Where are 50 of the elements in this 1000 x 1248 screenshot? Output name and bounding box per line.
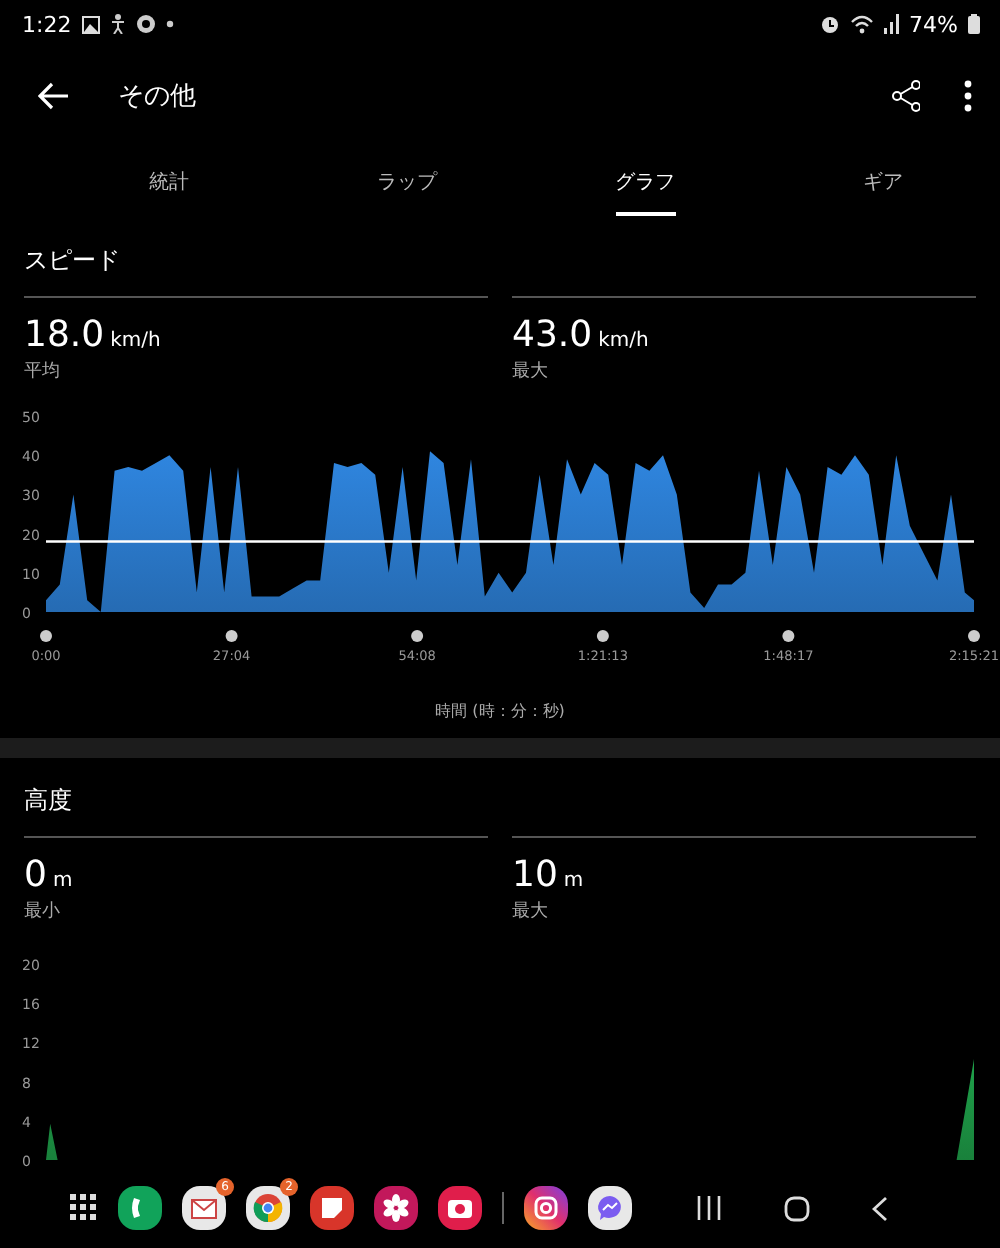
stat-unit: km/h [598, 330, 649, 352]
home-icon[interactable] [784, 1195, 810, 1221]
battery-percent: 74% [909, 11, 958, 37]
stat-unit: m [52, 870, 73, 892]
axis-dot [782, 630, 795, 642]
apps-grid-icon[interactable] [70, 1194, 98, 1222]
wifi-icon [849, 14, 874, 34]
axis-dot [225, 630, 238, 642]
photo-app-icon[interactable] [524, 1186, 568, 1230]
camera-icon[interactable] [438, 1186, 482, 1230]
stat-label: 最大 [512, 899, 550, 924]
stat-value: 0 [24, 854, 47, 896]
recent-apps-icon[interactable] [696, 1196, 722, 1220]
tab[interactable]: ラップ [377, 144, 437, 216]
axis-dot [596, 630, 609, 642]
browser-icon[interactable] [246, 1186, 290, 1230]
alarm-icon [819, 14, 840, 34]
axis-dot [968, 630, 980, 642]
clock-time: 1:22 [22, 11, 72, 37]
battery-icon [968, 14, 980, 34]
tab[interactable]: ギア [863, 144, 903, 216]
stat-label: 平均 [24, 359, 62, 384]
axis-dot [411, 630, 424, 642]
phone-icon[interactable] [118, 1186, 162, 1230]
stat-label: 最大 [512, 359, 550, 384]
axis-dot [40, 630, 52, 642]
dot-icon [165, 20, 174, 28]
section-title: スピード [24, 246, 120, 274]
more-options-icon[interactable] [964, 80, 972, 112]
stat-value: 43.0 [512, 314, 593, 356]
signal-icon [883, 14, 900, 34]
screen-title: その他 [118, 80, 196, 114]
stat-unit: km/h [110, 330, 161, 352]
stat-unit: m [563, 870, 584, 892]
back-arrow-icon[interactable] [38, 82, 70, 110]
chat-bubble-icon[interactable] [588, 1186, 632, 1230]
stat-value: 18.0 [24, 314, 105, 356]
stat-value: 10 [512, 854, 558, 896]
back-icon[interactable] [872, 1195, 888, 1221]
notes-icon[interactable] [310, 1186, 354, 1230]
figure-icon [109, 14, 126, 34]
flower-icon[interactable] [374, 1186, 418, 1230]
tab[interactable]: 統計 [149, 144, 189, 216]
tab[interactable]: グラフ [615, 144, 675, 216]
stat-label: 最小 [24, 899, 62, 924]
share-icon[interactable] [892, 80, 920, 112]
mail-icon[interactable] [182, 1186, 226, 1230]
axis-title: 時間 (時：分：秒) [435, 702, 565, 720]
section-title: 高度 [24, 786, 72, 814]
image-icon [81, 15, 100, 33]
